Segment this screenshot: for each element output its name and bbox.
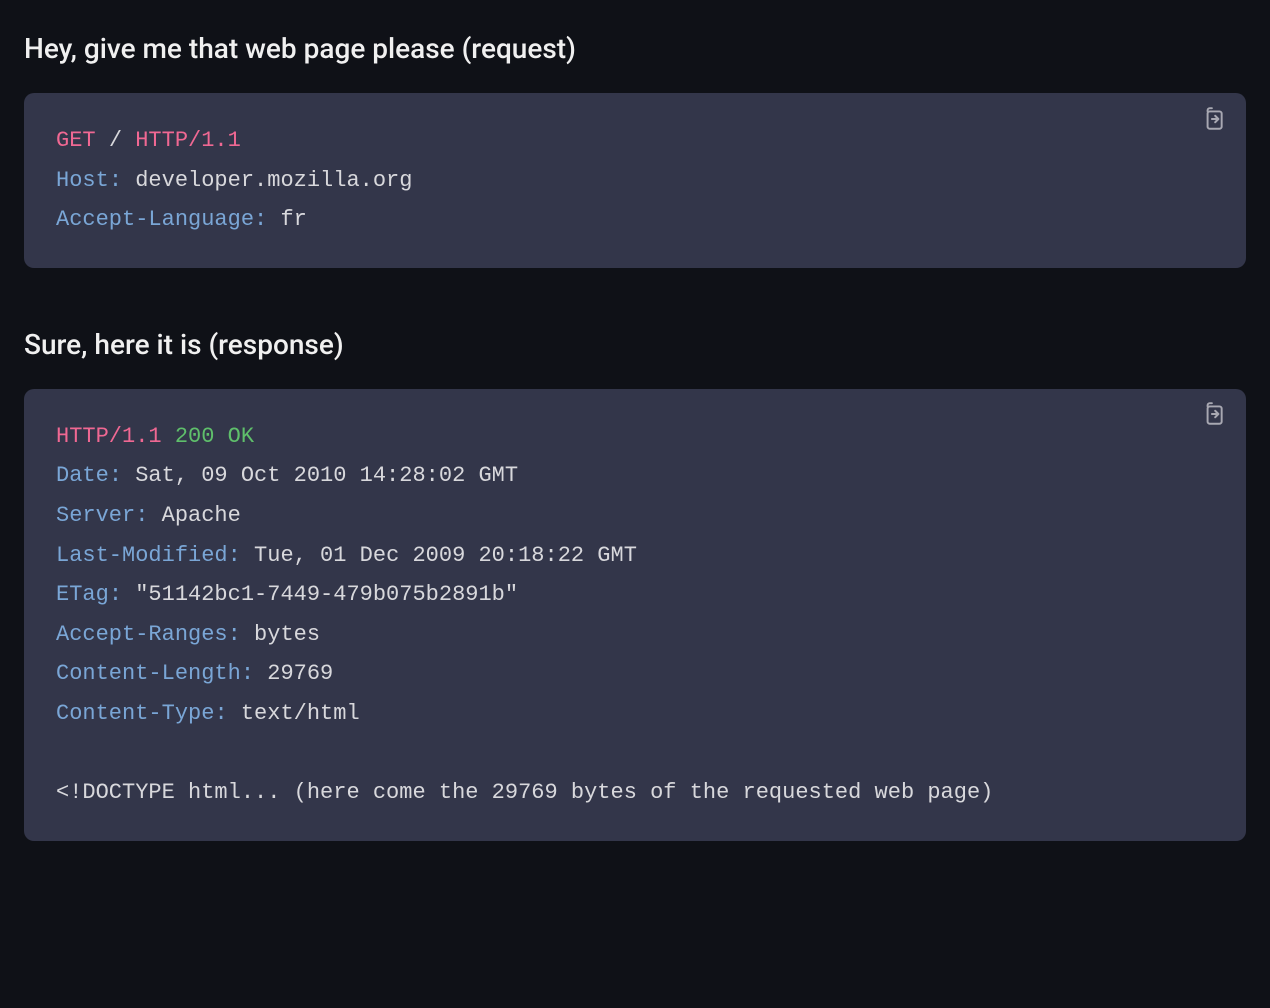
copy-button[interactable] — [1198, 407, 1228, 437]
http-header-name: Server — [56, 503, 135, 528]
http-status-text: OK — [228, 424, 254, 449]
http-body-note: <!DOCTYPE html... (here come the 29769 b… — [56, 780, 993, 805]
http-header-name: Content-Type — [56, 701, 214, 726]
http-header-value: Apache — [162, 503, 241, 528]
http-path: / — [109, 128, 122, 153]
http-header-name: Host — [56, 168, 109, 193]
response-code: HTTP/1.1 200 OK Date: Sat, 09 Oct 2010 1… — [56, 417, 1214, 813]
response-section: Sure, here it is (response) HTTP/1.1 200… — [24, 328, 1246, 841]
http-header-name: Date — [56, 463, 109, 488]
http-protocol: HTTP/1.1 — [135, 128, 241, 153]
http-header-value: text/html — [241, 701, 360, 726]
clipboard-icon — [1200, 401, 1226, 442]
http-header-name: Content-Length — [56, 661, 241, 686]
http-status-code: 200 — [175, 424, 215, 449]
http-header-value: Sat, 09 Oct 2010 14:28:02 GMT — [135, 463, 518, 488]
clipboard-icon — [1200, 106, 1226, 147]
response-heading: Sure, here it is (response) — [24, 328, 1246, 361]
request-code-block: GET / HTTP/1.1 Host: developer.mozilla.o… — [24, 93, 1246, 268]
copy-button[interactable] — [1198, 111, 1228, 141]
http-header-name: Accept-Ranges — [56, 622, 228, 647]
http-header-value: fr — [280, 207, 306, 232]
http-header-value: 29769 — [267, 661, 333, 686]
http-protocol: HTTP/1.1 — [56, 424, 162, 449]
http-header-value: "51142bc1-7449-479b075b2891b" — [135, 582, 518, 607]
http-header-value: bytes — [254, 622, 320, 647]
http-method: GET — [56, 128, 96, 153]
http-header-value: Tue, 01 Dec 2009 20:18:22 GMT — [254, 543, 637, 568]
request-heading: Hey, give me that web page please (reque… — [24, 32, 1246, 65]
http-header-name: Accept-Language — [56, 207, 254, 232]
http-header-name: Last-Modified — [56, 543, 228, 568]
http-header-name: ETag — [56, 582, 109, 607]
http-header-value: developer.mozilla.org — [135, 168, 412, 193]
request-section: Hey, give me that web page please (reque… — [24, 32, 1246, 268]
request-code: GET / HTTP/1.1 Host: developer.mozilla.o… — [56, 121, 1214, 240]
response-code-block: HTTP/1.1 200 OK Date: Sat, 09 Oct 2010 1… — [24, 389, 1246, 841]
